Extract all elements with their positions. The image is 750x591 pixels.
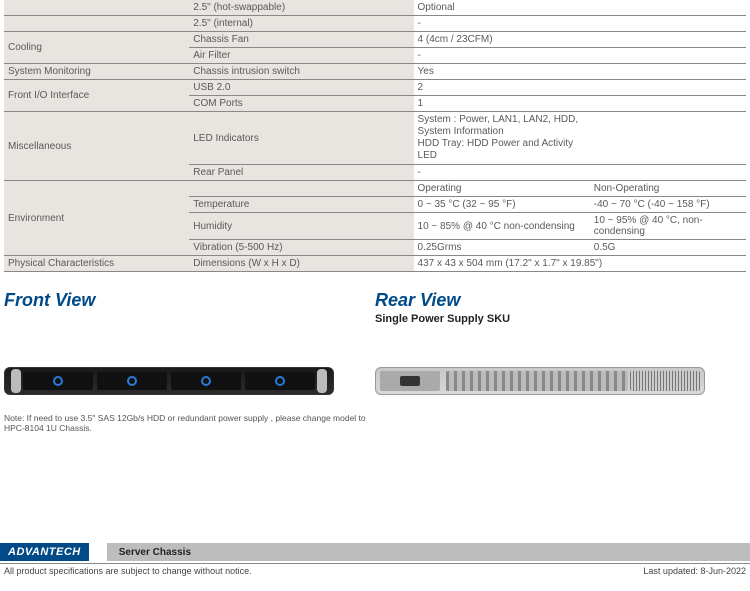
spec-value-2 (590, 165, 746, 181)
spec-value: Operating (414, 181, 590, 197)
spec-value: 0.25Grms (414, 240, 590, 256)
brand-logo: ADVANTECH (0, 543, 89, 561)
spec-value: 437 x 43 x 504 mm (17.2" x 1.7" x 19.85"… (414, 256, 746, 272)
spec-value: System : Power, LAN1, LAN2, HDD, System … (414, 112, 590, 165)
front-view-col: Front View (4, 290, 375, 395)
spec-value-2 (590, 80, 746, 96)
spec-value: 10 ~ 85% @ 40 °C non-condensing (414, 213, 590, 240)
spec-param: USB 2.0 (189, 80, 413, 96)
spec-value-2 (590, 112, 746, 165)
rear-device-image (375, 367, 705, 395)
spec-value-2 (590, 32, 746, 48)
spec-value-2 (590, 96, 746, 112)
spec-param: Temperature (189, 197, 413, 213)
drive-bay (245, 372, 315, 390)
spec-value: 4 (4cm / 23CFM) (414, 32, 590, 48)
front-view-sub (4, 313, 375, 327)
spec-category: Miscellaneous (4, 112, 189, 181)
spec-param: Rear Panel (189, 165, 413, 181)
rear-view-title: Rear View (375, 290, 746, 311)
front-view-title: Front View (4, 290, 375, 311)
spec-value: - (414, 48, 590, 64)
page-footer: ADVANTECH Server Chassis All product spe… (0, 543, 750, 578)
footer-category: Server Chassis (107, 543, 750, 561)
model-note: Note: If need to use 3.5" SAS 12Gb/s HDD… (4, 413, 384, 433)
vent-grille (630, 371, 700, 391)
spec-param: 2.5" (internal) (189, 16, 413, 32)
spec-row: System MonitoringChassis intrusion switc… (4, 64, 746, 80)
spec-category: System Monitoring (4, 64, 189, 80)
spec-category: Environment (4, 181, 189, 256)
footer-bar: ADVANTECH Server Chassis (0, 543, 750, 561)
spec-value-2: -40 ~ 70 °C (-40 ~ 158 °F) (590, 197, 746, 213)
spec-value-2: Non-Operating (590, 181, 746, 197)
spec-category: Physical Characteristics (4, 256, 189, 272)
spec-param: Dimensions (W x H x D) (189, 256, 413, 272)
drive-bay (23, 372, 93, 390)
front-device-image (4, 367, 334, 395)
rack-handle-left (11, 369, 21, 393)
spec-value-2: 10 ~ 95% @ 40 °C, non-condensing (590, 213, 746, 240)
footer-gap (89, 543, 107, 561)
spec-category: Cooling (4, 32, 189, 64)
spec-param: LED Indicators (189, 112, 413, 165)
spec-param: Air Filter (189, 48, 413, 64)
spec-value-2 (590, 16, 746, 32)
spec-value: 2 (414, 80, 590, 96)
spec-row: CoolingChassis Fan4 (4cm / 23CFM) (4, 32, 746, 48)
power-supply (380, 371, 440, 391)
spec-value: Optional (414, 0, 590, 16)
spec-value-2: 0.5G (590, 240, 746, 256)
spec-category: Front I/O Interface (4, 80, 189, 112)
spec-category (4, 16, 189, 32)
rear-view-sub: Single Power Supply SKU (375, 313, 746, 327)
rack-handle-right (317, 369, 327, 393)
spec-param (189, 181, 413, 197)
drive-bay (171, 372, 241, 390)
spec-value: 1 (414, 96, 590, 112)
spec-row: 2.5" (internal)- (4, 16, 746, 32)
views-section: Front View Rear View Single Power Supply… (0, 290, 750, 395)
spec-param: Chassis Fan (189, 32, 413, 48)
rear-view-col: Rear View Single Power Supply SKU (375, 290, 746, 395)
io-ports (446, 371, 628, 391)
footer-updated: Last updated: 8-Jun-2022 (643, 566, 746, 576)
spec-value: Yes (414, 64, 590, 80)
footer-line: All product specifications are subject t… (0, 563, 750, 578)
spec-value: - (414, 16, 590, 32)
spec-value: 0 ~ 35 °C (32 ~ 95 °F) (414, 197, 590, 213)
spec-table: 2.5" (hot-swappable)Optional2.5" (intern… (4, 0, 746, 272)
spec-row: EnvironmentOperatingNon-Operating (4, 181, 746, 197)
spec-row: MiscellaneousLED IndicatorsSystem : Powe… (4, 112, 746, 165)
spec-param: 2.5" (hot-swappable) (189, 0, 413, 16)
spec-value-2 (590, 48, 746, 64)
spec-value: - (414, 165, 590, 181)
spec-row: Front I/O InterfaceUSB 2.02 (4, 80, 746, 96)
spec-value-2 (590, 64, 746, 80)
spec-param: Humidity (189, 213, 413, 240)
spec-param: COM Ports (189, 96, 413, 112)
spec-category (4, 0, 189, 16)
spec-param: Vibration (5-500 Hz) (189, 240, 413, 256)
spec-row: Physical CharacteristicsDimensions (W x … (4, 256, 746, 272)
drive-bay (97, 372, 167, 390)
spec-value-2 (590, 0, 746, 16)
spec-param: Chassis intrusion switch (189, 64, 413, 80)
spec-row: 2.5" (hot-swappable)Optional (4, 0, 746, 16)
footer-disclaimer: All product specifications are subject t… (4, 566, 252, 576)
